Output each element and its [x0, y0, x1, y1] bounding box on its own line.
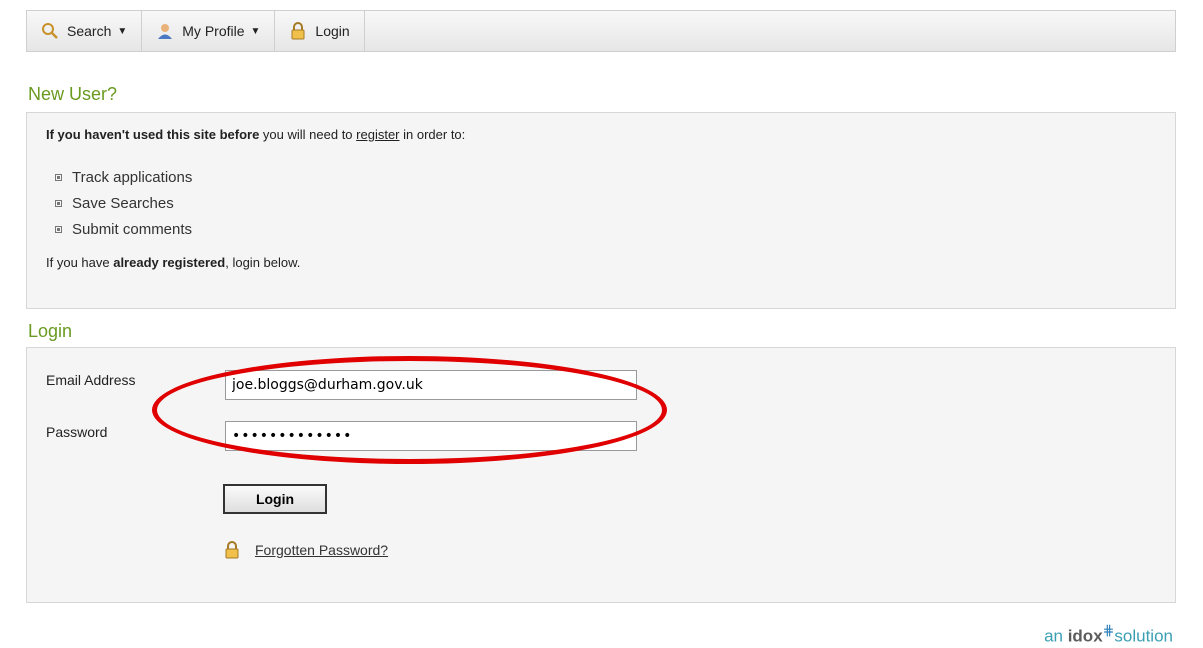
bullet-icon [55, 200, 62, 207]
lock-icon [289, 22, 307, 40]
logo-solution: solution [1114, 626, 1173, 646]
list-item-label: Track applications [72, 169, 193, 186]
register-link[interactable]: register [356, 127, 399, 142]
chevron-down-icon: ▼ [250, 25, 261, 37]
email-label: Email Address [46, 372, 136, 388]
list-item: Track applications [55, 169, 192, 186]
chevron-down-icon: ▼ [117, 25, 128, 37]
new-user-panel: If you haven't used this site before you… [26, 112, 1176, 309]
intro-bold-text: If you haven't used this site before [46, 127, 260, 142]
logo-mark-icon: ⋕ [1102, 622, 1115, 638]
user-icon [156, 22, 174, 40]
login-heading: Login [28, 321, 73, 341]
outro-bold-text: already registered [113, 255, 226, 270]
outro-end-text: , login below. [225, 255, 301, 270]
search-icon [41, 22, 59, 40]
password-label: Password [46, 424, 108, 440]
forgotten-password-link[interactable]: Forgotten Password? [255, 542, 388, 558]
bullet-icon [55, 226, 62, 233]
login-button[interactable]: Login [223, 484, 327, 514]
my-profile-menu[interactable]: My Profile ▼ [142, 11, 276, 51]
email-field[interactable] [225, 370, 637, 400]
bullet-icon [55, 174, 62, 181]
new-user-intro: If you haven't used this site before you… [46, 127, 465, 142]
list-item-label: Save Searches [72, 195, 174, 212]
login-menu[interactable]: Login [275, 11, 365, 51]
search-menu[interactable]: Search ▼ [27, 11, 143, 51]
outro-start-text: If you have [46, 255, 114, 270]
logo-idox: idox [1067, 626, 1103, 646]
lock-icon [223, 541, 241, 559]
search-menu-label: Search [67, 23, 112, 39]
list-item-label: Submit comments [72, 221, 193, 238]
logo-an: an [1044, 626, 1068, 646]
login-menu-label: Login [315, 23, 350, 39]
intro-end-text: in order to: [399, 127, 466, 142]
list-item: Submit comments [55, 221, 192, 238]
idox-logo: an idox⋕solution [1044, 622, 1173, 647]
login-panel: Email Address Password Login Forgotten P… [26, 347, 1176, 603]
new-user-heading: New User? [28, 84, 118, 104]
my-profile-label: My Profile [182, 23, 245, 39]
password-field[interactable] [225, 421, 637, 451]
forgotten-password-row: Forgotten Password? [223, 541, 388, 559]
top-toolbar: Search ▼ My Profile ▼ Login [26, 10, 1176, 52]
new-user-outro: If you have already registered, login be… [46, 255, 300, 270]
intro-mid-text: you will need to [259, 127, 357, 142]
list-item: Save Searches [55, 195, 174, 212]
